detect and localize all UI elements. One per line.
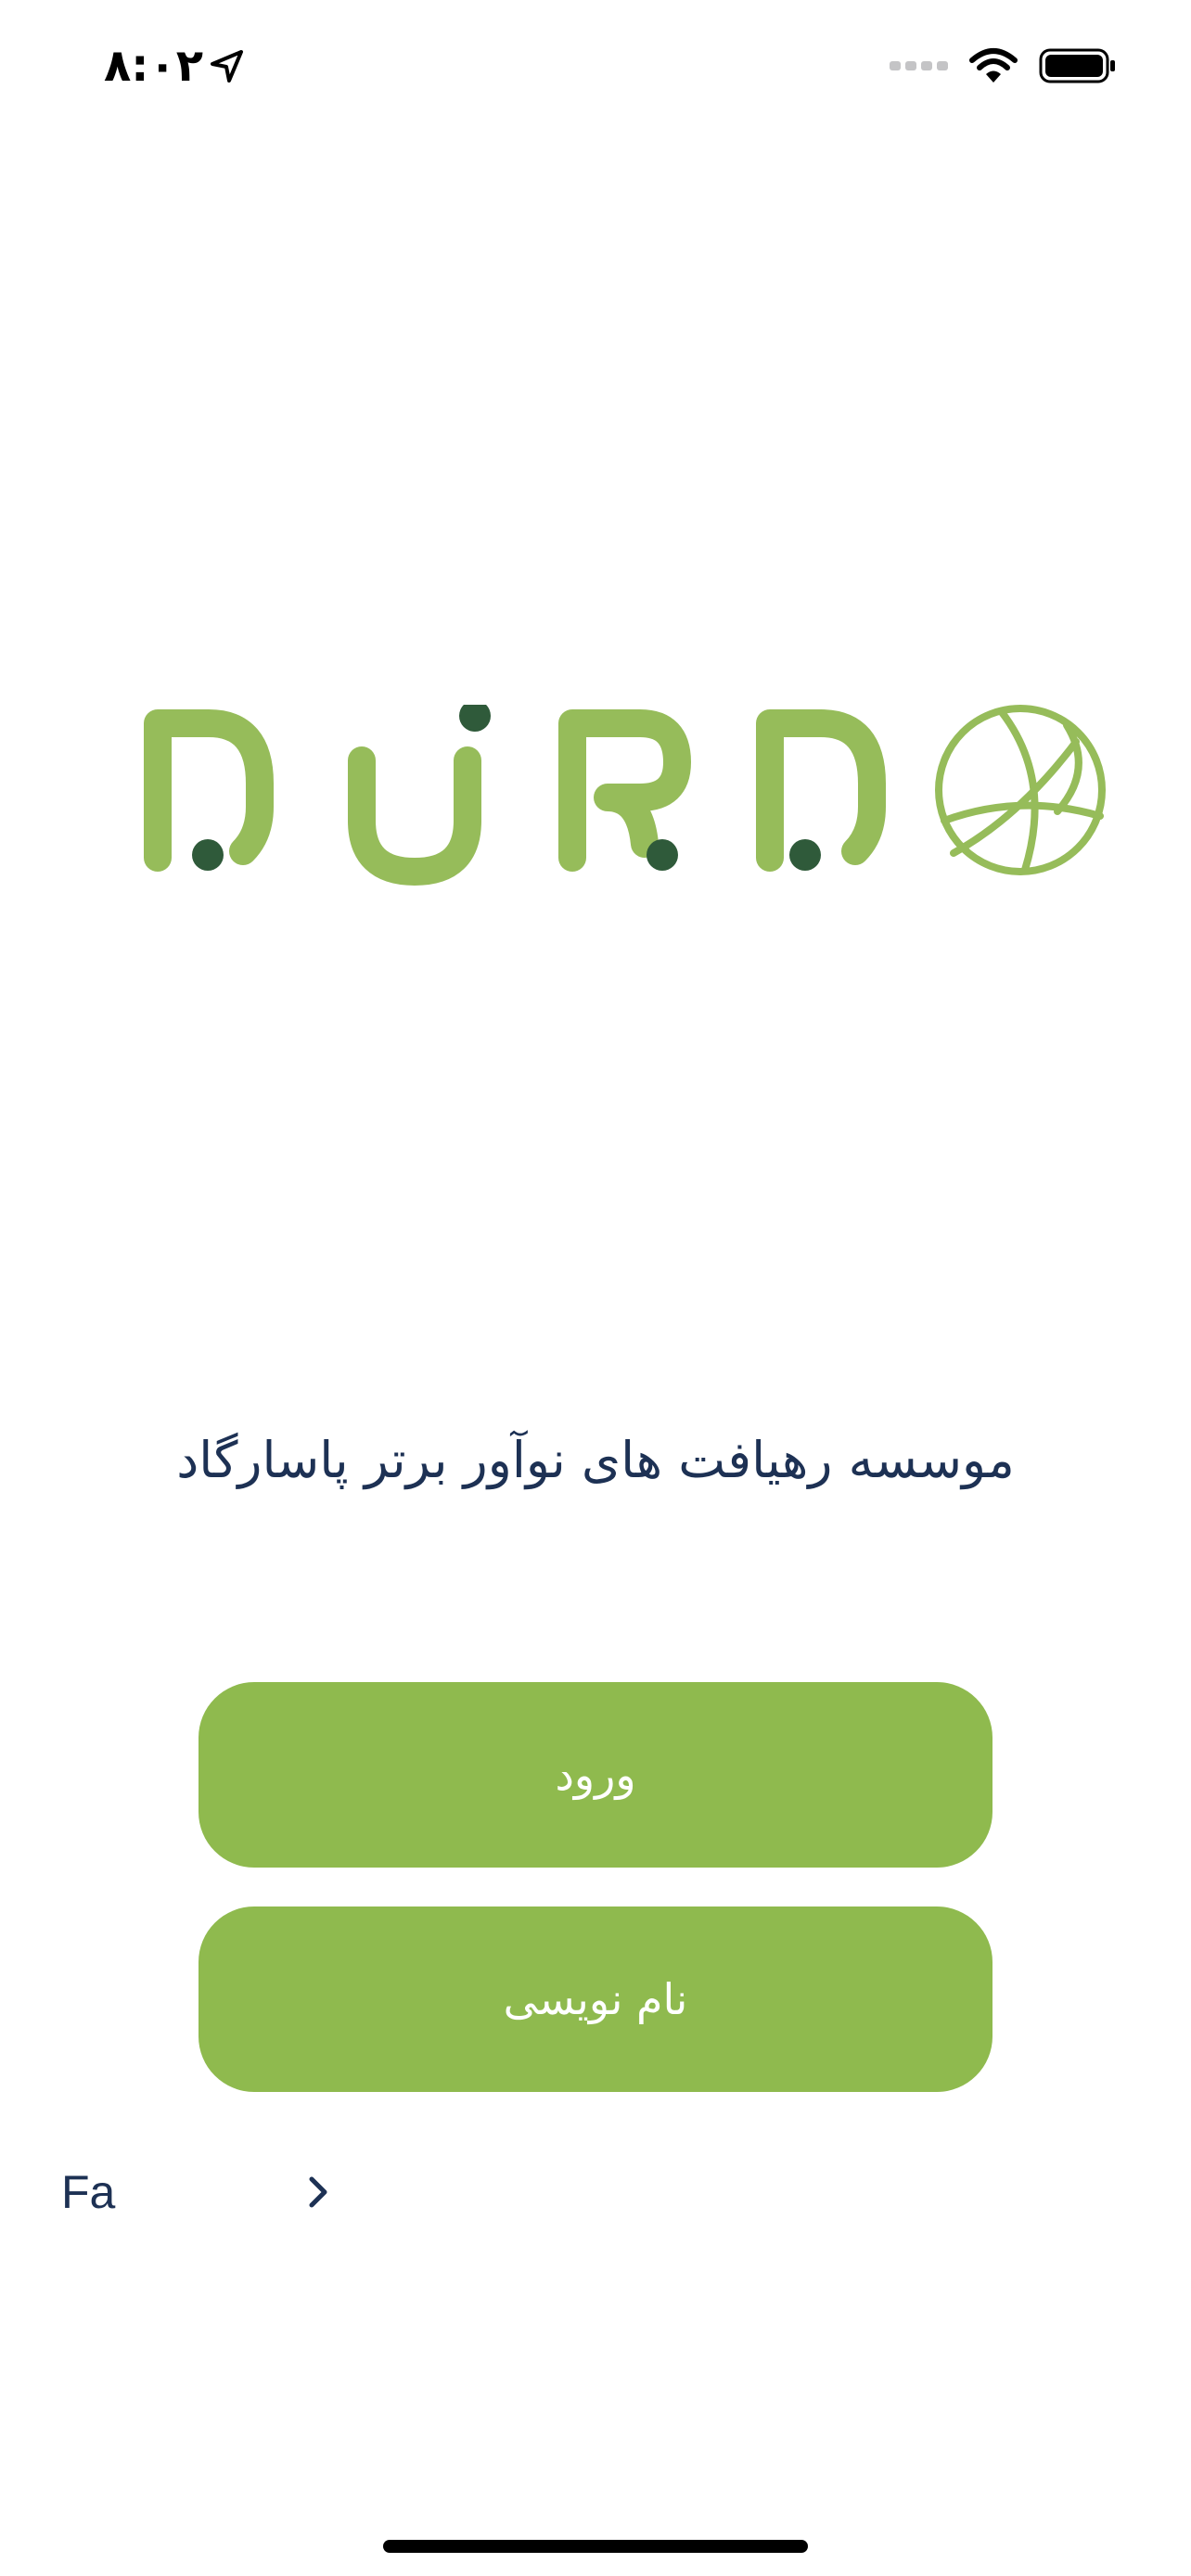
status-indicators (890, 43, 1117, 89)
status-time-group: ۸:۰۲ (104, 32, 246, 100)
home-indicator[interactable] (383, 2540, 808, 2553)
wifi-icon (969, 48, 1018, 83)
status-time: ۸:۰۲ (104, 40, 204, 92)
language-selector[interactable]: Fa (61, 2155, 339, 2229)
cellular-signal-icon (890, 61, 948, 70)
durdo-logo (144, 705, 1106, 886)
basketball-icon (935, 705, 1106, 875)
chevron-right-icon (309, 2176, 327, 2208)
login-button[interactable]: ورود (198, 1682, 992, 1868)
location-arrow-icon (211, 50, 244, 83)
signup-button[interactable]: نام نویسی (198, 1906, 992, 2092)
battery-icon (1039, 48, 1115, 83)
language-label: Fa (61, 2166, 116, 2218)
tagline: موسسه رهیافت های نوآور برتر پاسارگاد (176, 1431, 1015, 1489)
status-bar: ۸:۰۲ (0, 0, 1191, 130)
